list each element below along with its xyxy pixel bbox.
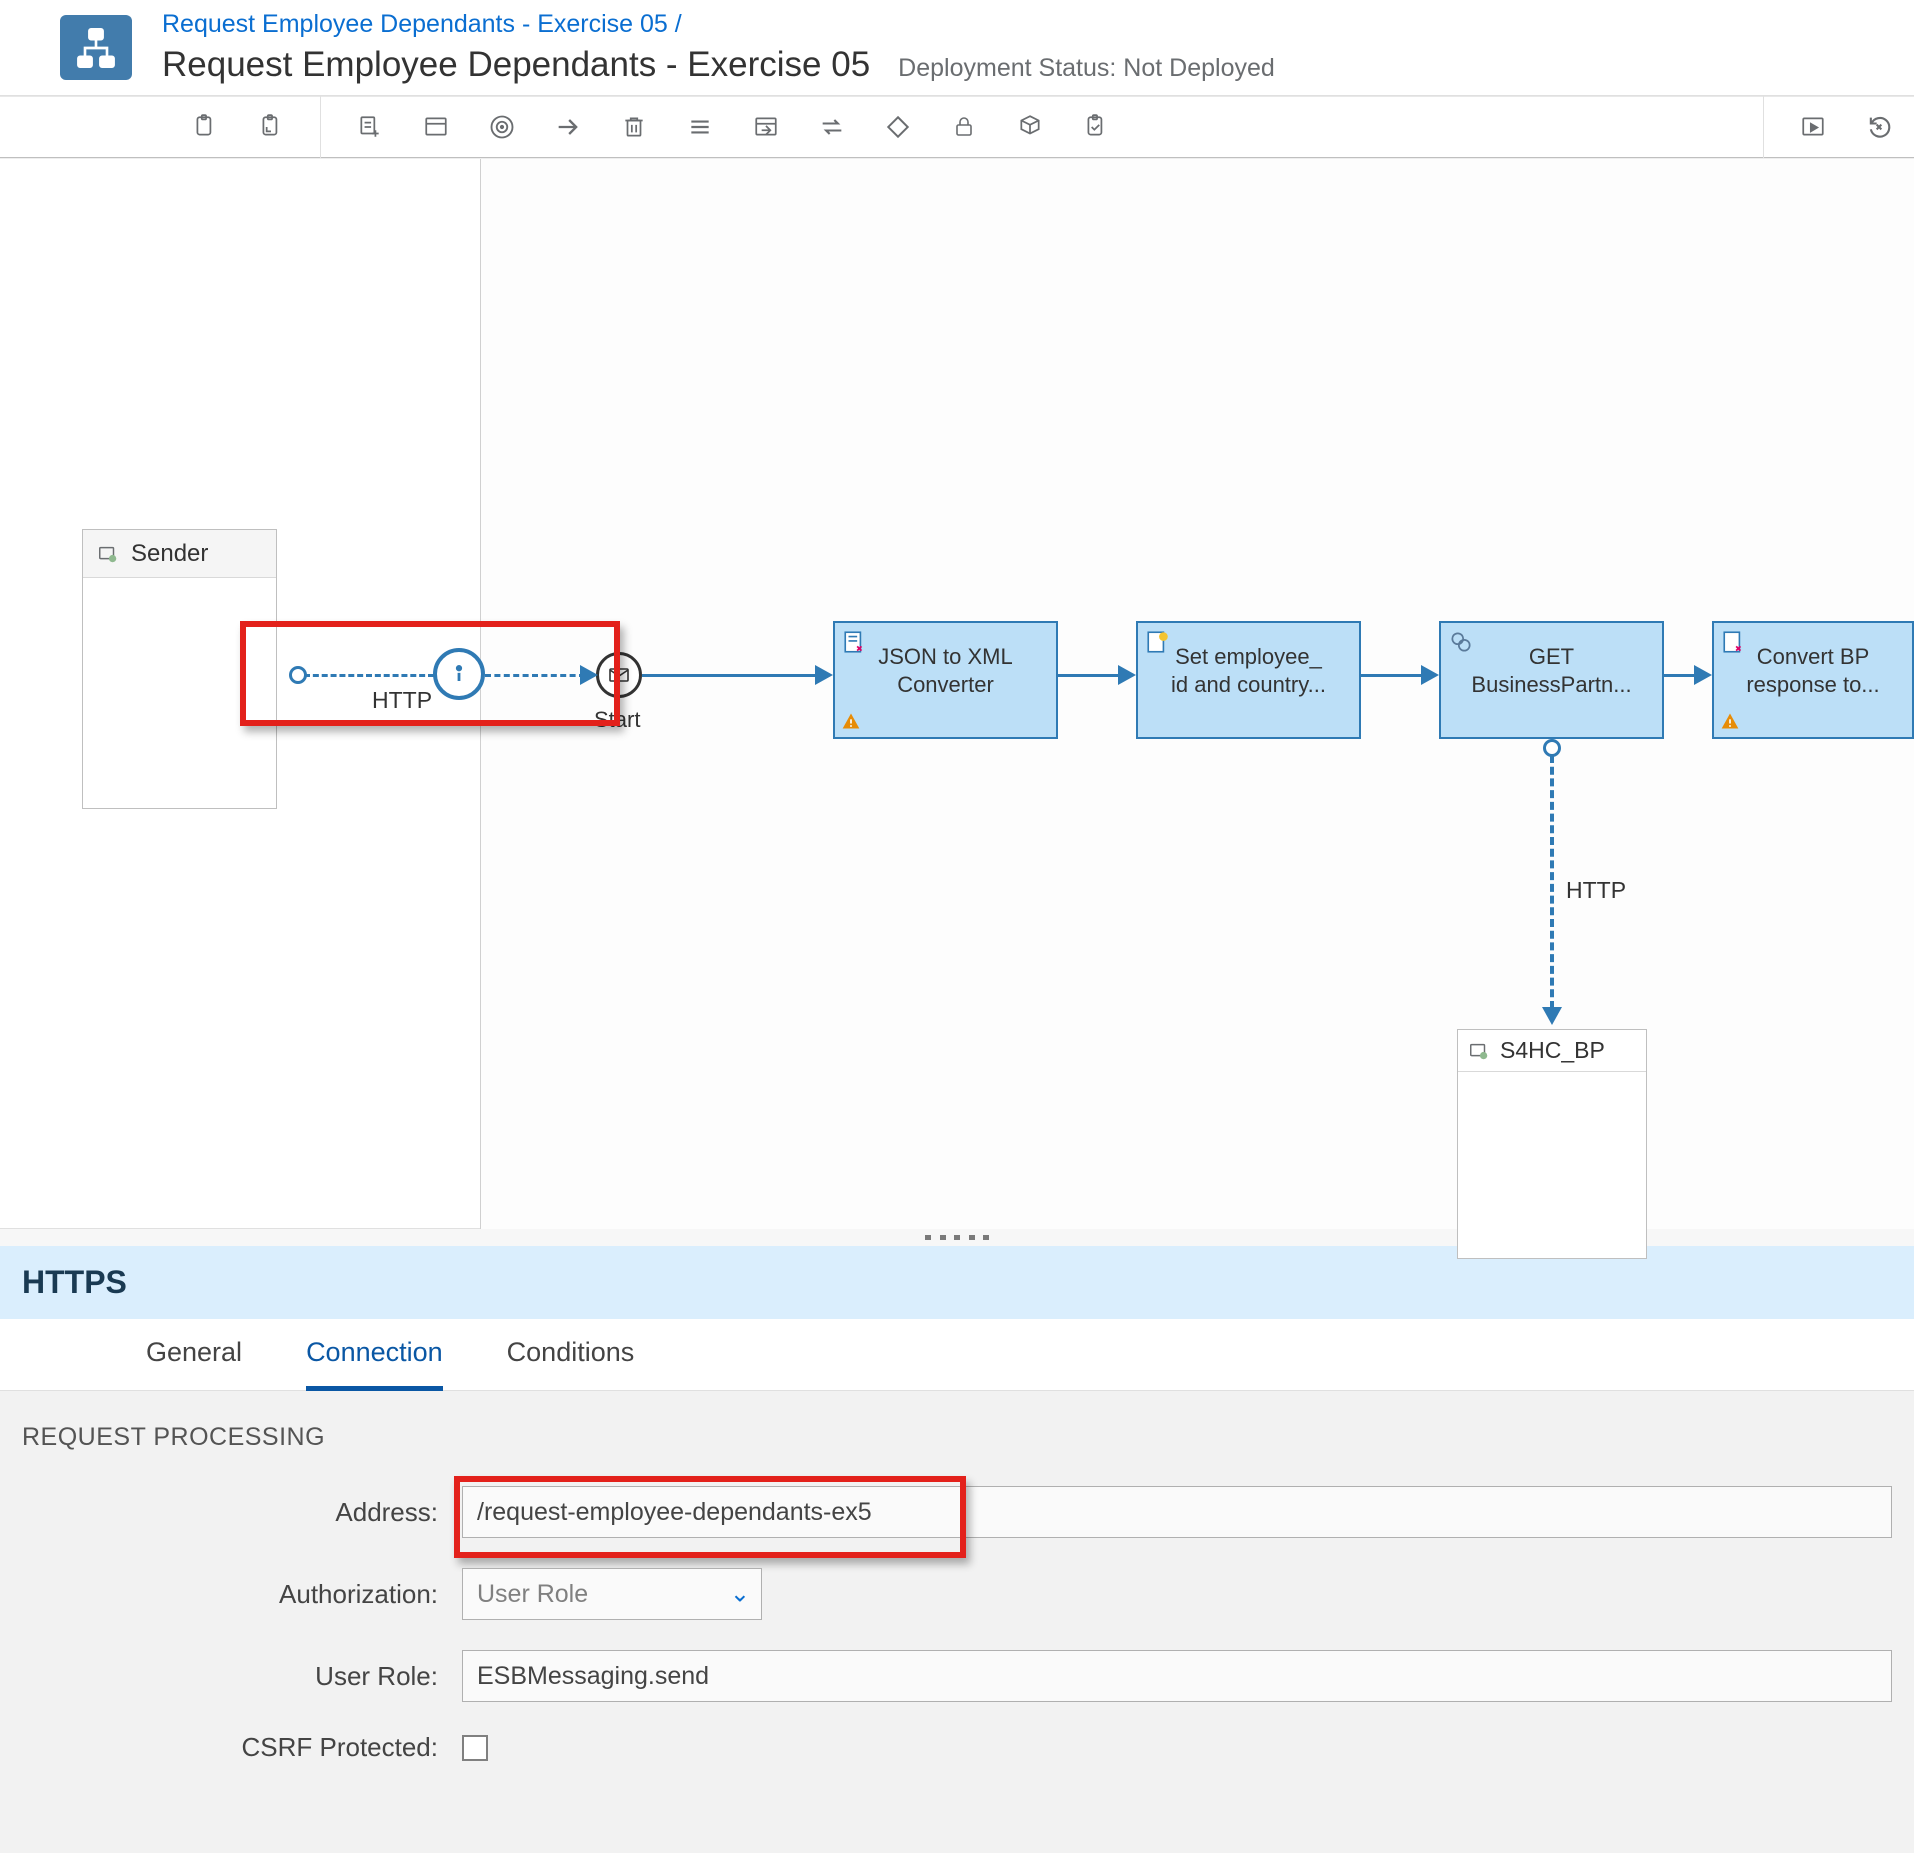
- step-icon: [1720, 629, 1748, 655]
- solid-conn-2: [1058, 674, 1126, 677]
- target-icon[interactable]: [485, 110, 519, 144]
- tab-connection[interactable]: Connection: [306, 1319, 443, 1391]
- cube-icon[interactable]: [1013, 110, 1047, 144]
- arrowhead-2: [815, 665, 833, 685]
- solid-conn-3: [1361, 674, 1429, 677]
- csrf-label: CSRF Protected:: [22, 1732, 462, 1763]
- flow-canvas[interactable]: Sender HTTP Start JSON to XML Converter: [0, 158, 1914, 1228]
- receiver-header: S4HC_BP: [1458, 1030, 1646, 1072]
- page-header: Request Employee Dependants - Exercise 0…: [0, 0, 1914, 96]
- iflow-icon: [60, 15, 132, 80]
- page-title: Request Employee Dependants - Exercise 0…: [162, 45, 870, 85]
- sender-participant[interactable]: Sender: [82, 529, 277, 809]
- address-input[interactable]: [462, 1486, 1892, 1538]
- import-icon[interactable]: [749, 110, 783, 144]
- panel-tabs: General Connection Conditions: [0, 1319, 1914, 1391]
- arrowhead-5: [1694, 665, 1712, 685]
- toolbar: [0, 96, 1914, 158]
- step-icon: [841, 629, 869, 655]
- arrowhead-down: [1542, 1007, 1562, 1025]
- step-convert-bp[interactable]: Convert BP response to...: [1712, 621, 1914, 739]
- trash-icon[interactable]: [617, 110, 651, 144]
- down-http-label: HTTP: [1566, 877, 1626, 904]
- step-set-employee[interactable]: Set employee_ id and country...: [1136, 621, 1361, 739]
- authorization-label: Authorization:: [22, 1579, 462, 1610]
- window-icon[interactable]: [419, 110, 453, 144]
- form-area: REQUEST PROCESSING Address: Authorizatio…: [0, 1391, 1914, 1853]
- sender-label: Sender: [131, 540, 208, 568]
- dashed-vertical: [1550, 755, 1554, 1009]
- rewind-cancel-icon[interactable]: [1862, 110, 1896, 144]
- sender-header: Sender: [83, 530, 276, 578]
- start-label: Start: [594, 707, 640, 733]
- breadcrumb-link[interactable]: Request Employee Dependants - Exercise 0…: [162, 10, 668, 38]
- adapter-info-circle[interactable]: [433, 648, 485, 700]
- add-iflow-icon[interactable]: [353, 110, 387, 144]
- check-doc-icon[interactable]: [1079, 110, 1113, 144]
- start-event[interactable]: [596, 652, 642, 698]
- section-request-processing: REQUEST PROCESSING: [22, 1423, 1892, 1452]
- swap-icon[interactable]: [815, 110, 849, 144]
- lock-icon[interactable]: [947, 110, 981, 144]
- warning-icon: [841, 711, 861, 731]
- play-icon[interactable]: [1796, 110, 1830, 144]
- user-role-input[interactable]: [462, 1650, 1892, 1702]
- arrowhead-4: [1421, 665, 1439, 685]
- solid-conn-1: [642, 674, 820, 677]
- tab-general[interactable]: General: [146, 1319, 242, 1391]
- warning-icon: [1720, 711, 1740, 731]
- tab-conditions[interactable]: Conditions: [507, 1319, 635, 1391]
- arrowhead-1: [580, 665, 598, 685]
- copy-icon[interactable]: [188, 110, 222, 144]
- deployment-status: Deployment Status: Not Deployed: [898, 54, 1275, 83]
- user-role-label: User Role:: [22, 1661, 462, 1692]
- authorization-select[interactable]: ⌄: [462, 1568, 762, 1620]
- receiver-participant[interactable]: S4HC_BP: [1457, 1029, 1647, 1259]
- adapter-http-label: HTTP: [372, 687, 432, 714]
- step-get-bp[interactable]: GET BusinessPartn...: [1439, 621, 1664, 739]
- address-label: Address:: [22, 1497, 462, 1528]
- arrowhead-3: [1118, 665, 1136, 685]
- menu-lines-icon[interactable]: [683, 110, 717, 144]
- step-icon: [1447, 629, 1475, 655]
- receiver-label: S4HC_BP: [1500, 1037, 1605, 1064]
- dashed-connector: [304, 674, 434, 677]
- step-json-to-xml[interactable]: JSON to XML Converter: [833, 621, 1058, 739]
- csrf-checkbox[interactable]: [462, 1735, 488, 1761]
- dashed-connector-2: [485, 674, 585, 677]
- arrow-icon[interactable]: [551, 110, 585, 144]
- paste-icon[interactable]: [254, 110, 288, 144]
- breadcrumb-sep: /: [675, 10, 682, 38]
- step-icon: [1144, 629, 1172, 655]
- breadcrumb[interactable]: Request Employee Dependants - Exercise 0…: [162, 10, 1914, 39]
- diamond-icon[interactable]: [881, 110, 915, 144]
